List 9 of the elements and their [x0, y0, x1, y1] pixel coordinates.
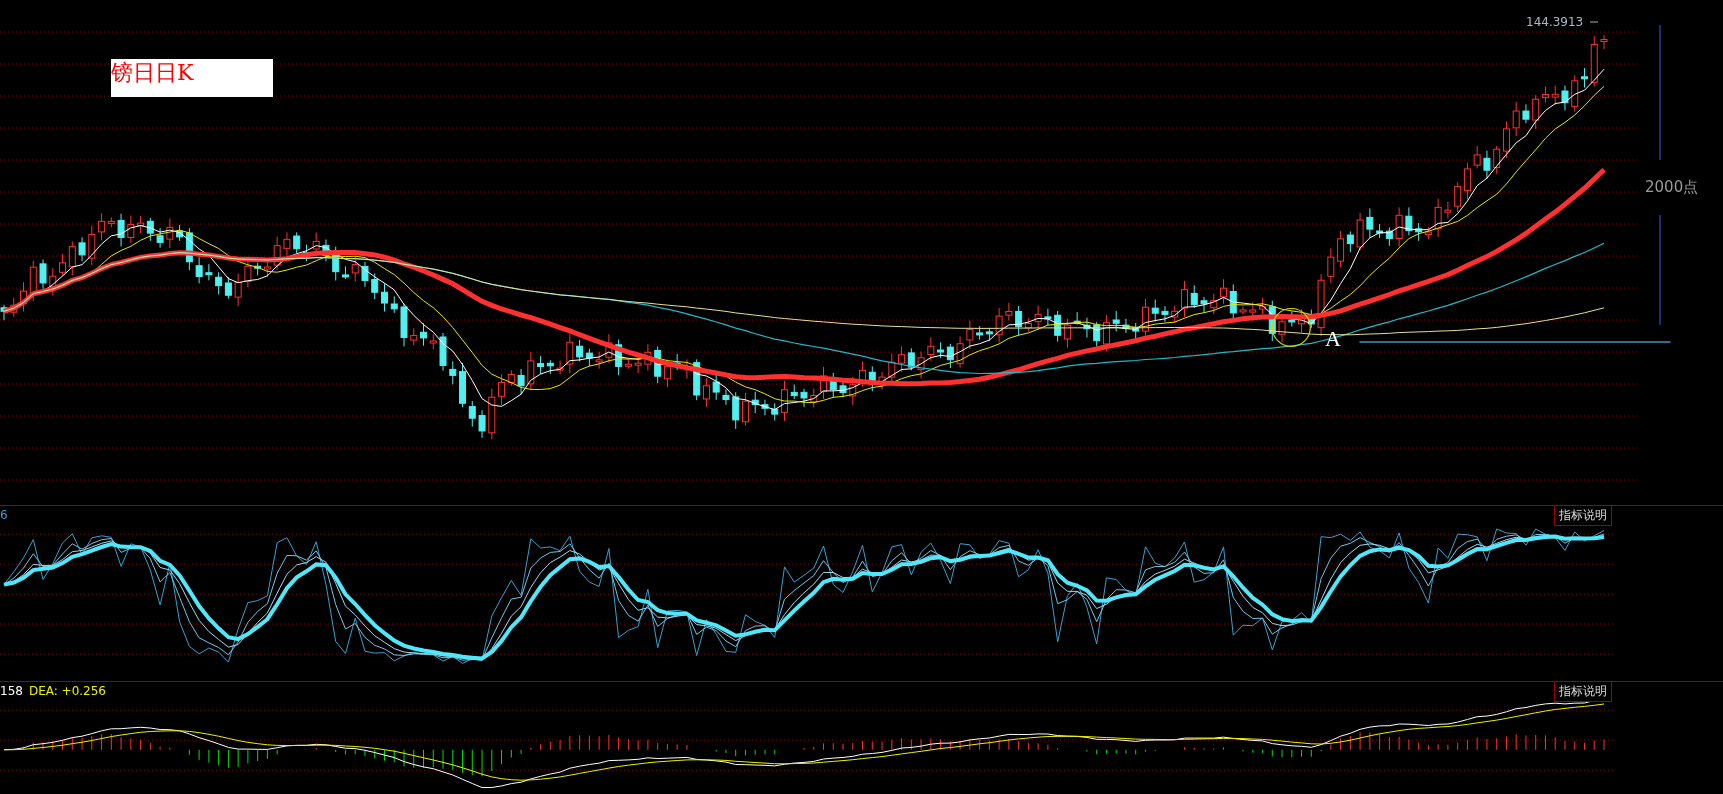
indicator-value: 6 — [0, 508, 8, 522]
indicator-info-button[interactable]: 指标说明 — [1554, 682, 1612, 702]
indicator-value: DEA: +0.256 — [28, 684, 106, 698]
chart-title: 镑日日K — [111, 59, 273, 97]
indicator-info-button[interactable]: 指标说明 — [1554, 506, 1612, 526]
range-label: 2000点 — [1645, 178, 1699, 197]
highlight-circle — [1271, 307, 1311, 348]
price-label: 144.3913 — [1526, 15, 1584, 29]
indicator-value: 158 — [0, 684, 23, 698]
